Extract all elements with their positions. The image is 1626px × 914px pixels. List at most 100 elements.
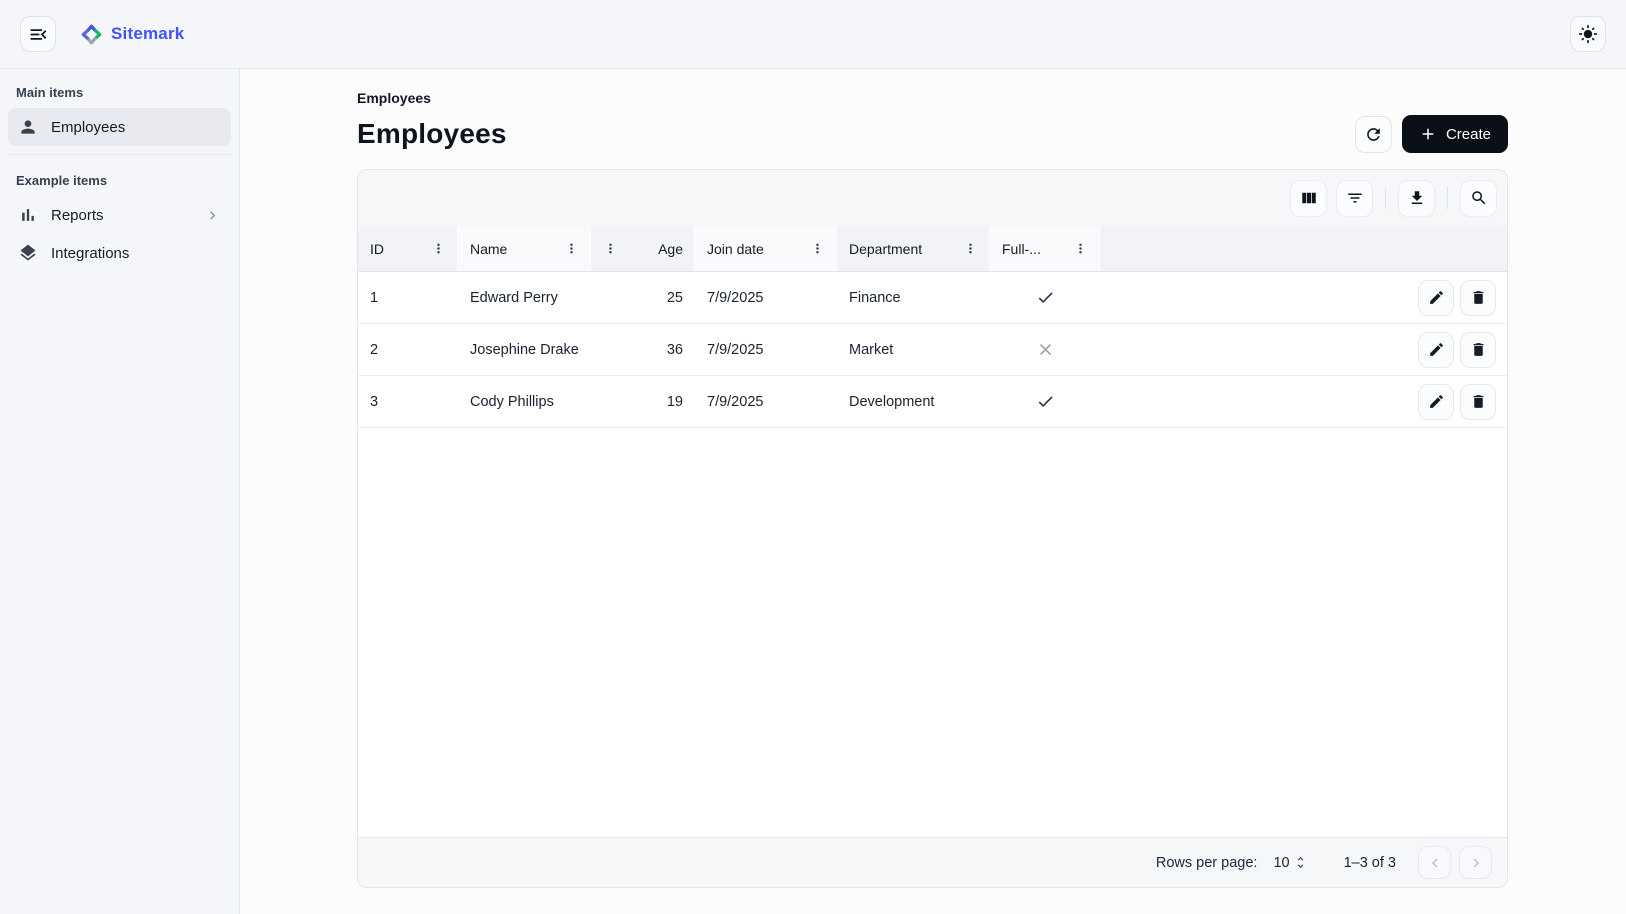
search-icon [1470, 189, 1488, 207]
filter-icon [1346, 189, 1364, 207]
row-delete-button[interactable] [1460, 280, 1496, 316]
sidebar-item-integrations[interactable]: Integrations [8, 234, 231, 272]
row-edit-button[interactable] [1418, 332, 1454, 368]
sidebar-item-label: Reports [51, 207, 104, 224]
grid-toolbar [358, 170, 1507, 226]
chevron-left-icon [1426, 854, 1444, 872]
row-delete-button[interactable] [1460, 384, 1496, 420]
column-menu-icon[interactable] [1073, 241, 1088, 256]
filter-button[interactable] [1336, 180, 1373, 217]
sidebar-item-employees[interactable]: Employees [8, 108, 231, 146]
sidebar-item-reports[interactable]: Reports [8, 196, 231, 234]
column-header-label: Full-... [1002, 241, 1041, 257]
rows-per-page-select[interactable]: 10 [1273, 855, 1307, 871]
rows-per-page-value: 10 [1273, 855, 1289, 871]
column-menu-icon[interactable] [431, 241, 446, 256]
sitemark-logo-icon [80, 23, 103, 46]
row-edit-button[interactable] [1418, 384, 1454, 420]
column-menu-icon[interactable] [564, 241, 579, 256]
create-button[interactable]: Create [1402, 115, 1508, 153]
sidebar-item-label: Integrations [51, 245, 129, 262]
cell-fullTime [990, 376, 1100, 427]
column-header-joinDate[interactable]: Join date [695, 226, 837, 271]
trash-icon [1470, 341, 1487, 358]
grid-rows: 1Edward Perry257/9/2025Finance2Josephine… [358, 272, 1507, 428]
previous-page-button[interactable] [1418, 846, 1451, 879]
trash-icon [1470, 289, 1487, 306]
pencil-icon [1428, 393, 1445, 410]
data-grid-card: ID Name AgeJoin date Department Full-... 1Ed… [357, 169, 1508, 888]
row-delete-button[interactable] [1460, 332, 1496, 368]
breadcrumb: Employees [357, 90, 1508, 106]
cell-name: Edward Perry [458, 272, 591, 323]
cell-joinDate: 7/9/2025 [695, 376, 837, 427]
rows-per-page-label: Rows per page: [1156, 855, 1258, 871]
cell-department: Finance [837, 272, 990, 323]
chevron-right-icon [1467, 854, 1485, 872]
refresh-icon [1364, 125, 1383, 144]
column-header-fullTime[interactable]: Full-... [990, 226, 1100, 271]
pencil-icon [1428, 341, 1445, 358]
trash-icon [1470, 393, 1487, 410]
download-button[interactable] [1398, 180, 1435, 217]
person-icon [18, 117, 38, 137]
column-header-name[interactable]: Name [458, 226, 591, 271]
cell-age: 36 [591, 324, 695, 375]
layers-icon [18, 243, 38, 263]
grid-empty-area [358, 428, 1507, 837]
cell-joinDate: 7/9/2025 [695, 272, 837, 323]
cell-id: 2 [358, 324, 458, 375]
cell-name: Josephine Drake [458, 324, 591, 375]
grid-header-row: ID Name AgeJoin date Department Full-... [358, 226, 1507, 272]
column-menu-icon[interactable] [963, 241, 978, 256]
row-actions [1387, 272, 1507, 323]
columns-button[interactable] [1290, 180, 1327, 217]
main-content: Employees Employees Create ID Name AgeJoin… [240, 69, 1626, 914]
cell-fullTime [990, 324, 1100, 375]
collapse-menu-button[interactable] [20, 16, 56, 52]
sun-icon [1578, 24, 1598, 44]
cell-fullTime [990, 272, 1100, 323]
column-header-department[interactable]: Department [837, 226, 990, 271]
column-header-label: Name [470, 241, 507, 257]
pencil-icon [1428, 289, 1445, 306]
page-title: Employees [357, 118, 507, 150]
menu-open-icon [28, 24, 49, 45]
pagination-range: 1–3 of 3 [1344, 855, 1396, 871]
toolbar-divider [1385, 187, 1386, 209]
cell-age: 19 [591, 376, 695, 427]
refresh-button[interactable] [1355, 116, 1392, 153]
close-icon [1036, 340, 1055, 359]
row-actions [1387, 324, 1507, 375]
theme-toggle-button[interactable] [1570, 16, 1606, 52]
sidebar: Main itemsEmployeesExample itemsReportsI… [0, 69, 240, 914]
create-button-label: Create [1446, 126, 1491, 143]
sidebar-item-label: Employees [51, 119, 125, 136]
brand: Sitemark [80, 23, 184, 46]
cell-department: Market [837, 324, 990, 375]
column-header-label: ID [370, 241, 384, 257]
unfold-more-icon [1293, 855, 1308, 870]
check-icon [1036, 288, 1055, 307]
plus-icon [1419, 125, 1437, 143]
next-page-button[interactable] [1459, 846, 1492, 879]
column-menu-icon[interactable] [603, 241, 618, 256]
search-button[interactable] [1460, 180, 1497, 217]
grid-footer: Rows per page: 10 1–3 of 3 [358, 837, 1507, 887]
cell-name: Cody Phillips [458, 376, 591, 427]
table-row[interactable]: 2Josephine Drake367/9/2025Market [358, 324, 1507, 376]
column-header-label: Department [849, 241, 922, 257]
columns-icon [1300, 189, 1318, 207]
header-spacer [1100, 226, 1507, 271]
column-header-age[interactable]: Age [591, 226, 695, 271]
column-header-id[interactable]: ID [358, 226, 458, 271]
cell-joinDate: 7/9/2025 [695, 324, 837, 375]
chevron-right-icon [204, 207, 221, 224]
column-menu-icon[interactable] [810, 241, 825, 256]
table-row[interactable]: 3Cody Phillips197/9/2025Development [358, 376, 1507, 428]
cell-id: 3 [358, 376, 458, 427]
row-edit-button[interactable] [1418, 280, 1454, 316]
bar-chart-icon [18, 205, 38, 225]
sidebar-divider [8, 154, 231, 155]
table-row[interactable]: 1Edward Perry257/9/2025Finance [358, 272, 1507, 324]
